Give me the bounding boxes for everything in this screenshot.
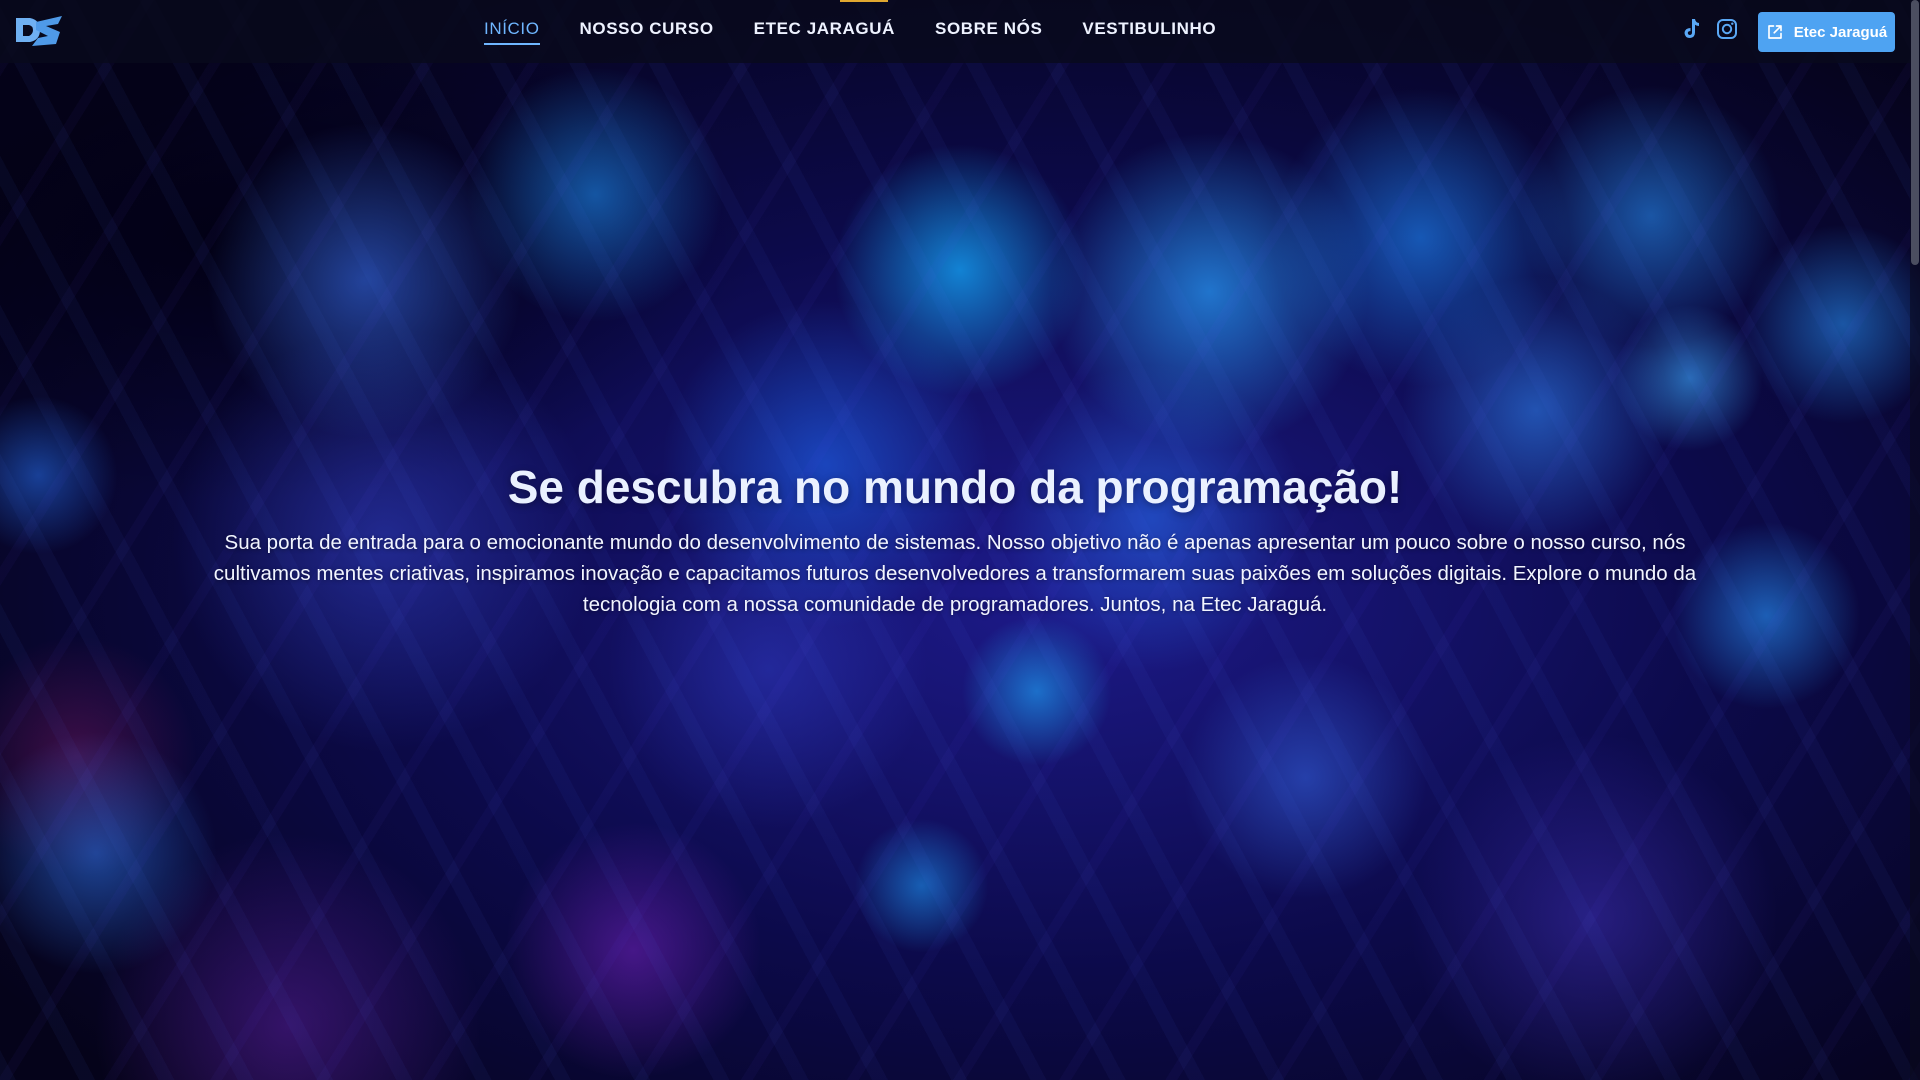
ds-logo-icon [16, 16, 62, 46]
social-links [1679, 17, 1739, 41]
nav-item-sobre-nos[interactable]: SOBRE NÓS [935, 19, 1042, 45]
page: INÍCIO NOSSO CURSO ETEC JARAGUÁ SOBRE NÓ… [0, 0, 1920, 1080]
nav-item-etec-jaragua[interactable]: ETEC JARAGUÁ [754, 19, 895, 45]
nav-item-nosso-curso[interactable]: NOSSO CURSO [580, 19, 714, 45]
scrollbar-thumb[interactable] [1911, 0, 1919, 265]
external-link-icon [1767, 25, 1782, 39]
instagram-icon [1717, 19, 1737, 39]
instagram-link[interactable] [1715, 17, 1739, 41]
tiktok-link[interactable] [1679, 17, 1703, 41]
etec-jaragua-button[interactable]: Etec Jaraguá [1758, 12, 1895, 52]
main-nav: INÍCIO NOSSO CURSO ETEC JARAGUÁ SOBRE NÓ… [484, 0, 1216, 63]
hero-section: Se descubra no mundo da programação! Sua… [200, 462, 1710, 620]
etec-jaragua-button-label: Etec Jaraguá [1793, 23, 1888, 41]
site-logo[interactable] [14, 12, 64, 48]
scrollbar[interactable] [1910, 0, 1920, 1080]
navbar: INÍCIO NOSSO CURSO ETEC JARAGUÁ SOBRE NÓ… [0, 0, 1920, 63]
nav-item-inicio[interactable]: INÍCIO [484, 19, 540, 45]
hero-description: Sua porta de entrada para o emocionante … [213, 530, 1697, 616]
nav-item-vestibulinho[interactable]: VESTIBULINHO [1082, 19, 1216, 45]
hero-title: Se descubra no mundo da programação! [507, 461, 1403, 513]
tiktok-icon [1684, 19, 1699, 38]
